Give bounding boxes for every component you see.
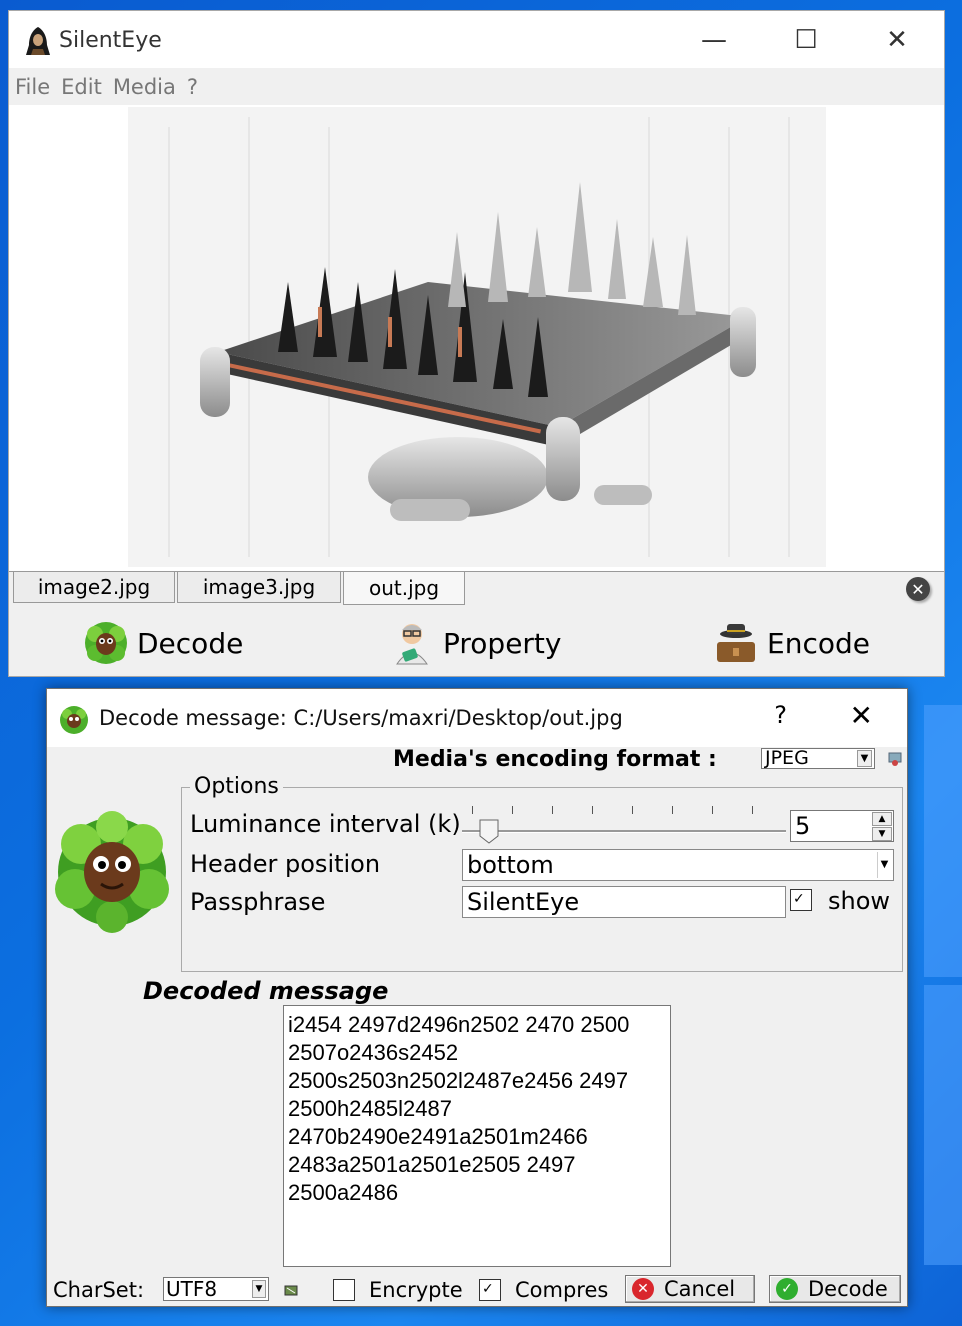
hooded-figure-icon [26,27,50,55]
slider-ticks [472,806,772,814]
menu-bar: File Edit Media ? [9,68,944,105]
spin-up-icon[interactable]: ▲ [872,812,892,826]
slider-handle[interactable] [478,818,500,844]
luminance-label: Luminance interval (k) [190,810,461,838]
bush-character-icon [55,811,169,933]
bush-character-icon [85,622,127,664]
cancel-label: Cancel [664,1277,736,1301]
chess-set-image [128,107,826,567]
show-passphrase-checkbox[interactable]: ✓ [790,889,812,911]
checkmark-icon: ✓ [776,1278,798,1300]
charset-edit-icon[interactable] [283,1282,299,1298]
charset-select[interactable]: UTF8 ▼ [163,1277,269,1301]
decoded-line: 2500h2485l2487 [288,1096,452,1121]
tab-out[interactable]: out.jpg [343,572,465,605]
cancel-button[interactable]: ✕ Cancel [625,1275,755,1303]
decoded-message-textarea[interactable]: i2454 2497d2496n2502 2470 2500 2507o2436… [283,1005,671,1267]
passphrase-input[interactable]: SilentEye [462,886,786,918]
compress-checkbox[interactable]: ✓ [479,1279,501,1301]
dialog-title: Decode message: C:/Users/maxri/Desktop/o… [99,706,623,730]
decoded-line: 2470b2490e2491a2501m2466 [288,1124,588,1149]
encode-action-label: Encode [767,626,870,660]
cancel-icon: ✕ [632,1278,654,1300]
header-position-select[interactable]: bottom ▼ [462,849,894,881]
compress-label: Compres [515,1278,609,1302]
encrypted-checkbox[interactable] [333,1279,355,1301]
decode-dialog: Decode message: C:/Users/maxri/Desktop/o… [46,688,908,1307]
tab-image3[interactable]: image3.jpg [177,572,341,603]
format-settings-icon[interactable] [887,751,903,767]
spin-down-icon[interactable]: ▼ [872,827,892,841]
luminance-slider[interactable] [462,830,786,833]
desktop-pane [924,985,962,1265]
menu-help[interactable]: ? [187,75,198,99]
charset-label: CharSet: [53,1278,145,1302]
dialog-close-button[interactable]: ✕ [850,699,873,732]
header-position-label: Header position [190,850,381,878]
encrypted-label: Encrypte [369,1278,463,1302]
close-button[interactable]: ✕ [852,11,942,68]
luminance-value: 5 [795,812,811,840]
file-tabs: image2.jpg image3.jpg out.jpg ✕ [9,571,944,605]
tab-image2[interactable]: image2.jpg [13,572,175,603]
format-select[interactable]: JPEG ▼ [761,748,875,769]
charset-value: UTF8 [166,1277,218,1301]
property-action-label: Property [443,626,562,660]
decoded-line: 2483a2501a2501e2505 2497 [288,1152,576,1177]
menu-media[interactable]: Media [113,75,176,99]
chevron-down-icon: ▼ [252,1280,266,1298]
header-position-value: bottom [467,851,554,879]
bottom-toolbar: CharSet: UTF8 ▼ Encrypte ✓ Compres ✕ Can… [47,1273,907,1306]
passphrase-label: Passphrase [190,888,326,916]
decoded-line: 2500s2503n2502l2487e2456 2497 [288,1068,629,1093]
bush-character-icon [60,706,88,734]
help-button[interactable]: ? [774,701,787,729]
image-preview-area [9,105,944,571]
chevron-down-icon: ▼ [857,750,872,767]
main-window: SilentEye — ☐ ✕ File Edit Media ? image2… [8,10,945,677]
show-label: show [828,887,891,915]
maximize-button[interactable]: ☐ [761,11,851,68]
decoded-line: i2454 2497d2496n2502 2470 2500 [288,1012,630,1037]
decode-action-label: Decode [137,626,244,660]
format-label: Media's encoding format : [393,747,717,771]
decode-button[interactable]: ✓ Decode [769,1275,901,1303]
title-bar: SilentEye — ☐ ✕ [9,11,944,68]
scientist-icon [396,624,428,665]
options-legend: Options [190,774,283,799]
decode-action-button[interactable]: Decode [83,619,243,667]
decoded-message-label: Decoded message [143,977,389,1005]
close-tab-icon[interactable]: ✕ [906,577,930,601]
minimize-button[interactable]: — [669,11,759,68]
spy-hat-icon [717,624,755,662]
luminance-spinbox[interactable]: 5 ▲ ▼ [790,810,894,842]
window-title: SilentEye [59,28,162,53]
passphrase-value: SilentEye [467,888,580,916]
decoded-line: 2500a2486 [288,1180,399,1205]
encode-action-button[interactable]: Encode [713,619,870,667]
desktop-pane [924,705,962,977]
chevron-down-icon: ▼ [877,852,891,878]
menu-edit[interactable]: Edit [61,75,102,99]
menu-file[interactable]: File [15,75,50,99]
dialog-title-bar: Decode message: C:/Users/maxri/Desktop/o… [47,689,907,747]
decode-label: Decode [808,1277,888,1301]
action-bar: Decode Property Encode [9,611,944,675]
options-group: Options Luminance interval (k) 5 ▲ ▼ Hea… [181,774,903,972]
property-action-button[interactable]: Property [389,619,561,667]
format-value: JPEG [765,748,809,769]
decoded-line: 2507o2436s2452 [288,1040,459,1065]
